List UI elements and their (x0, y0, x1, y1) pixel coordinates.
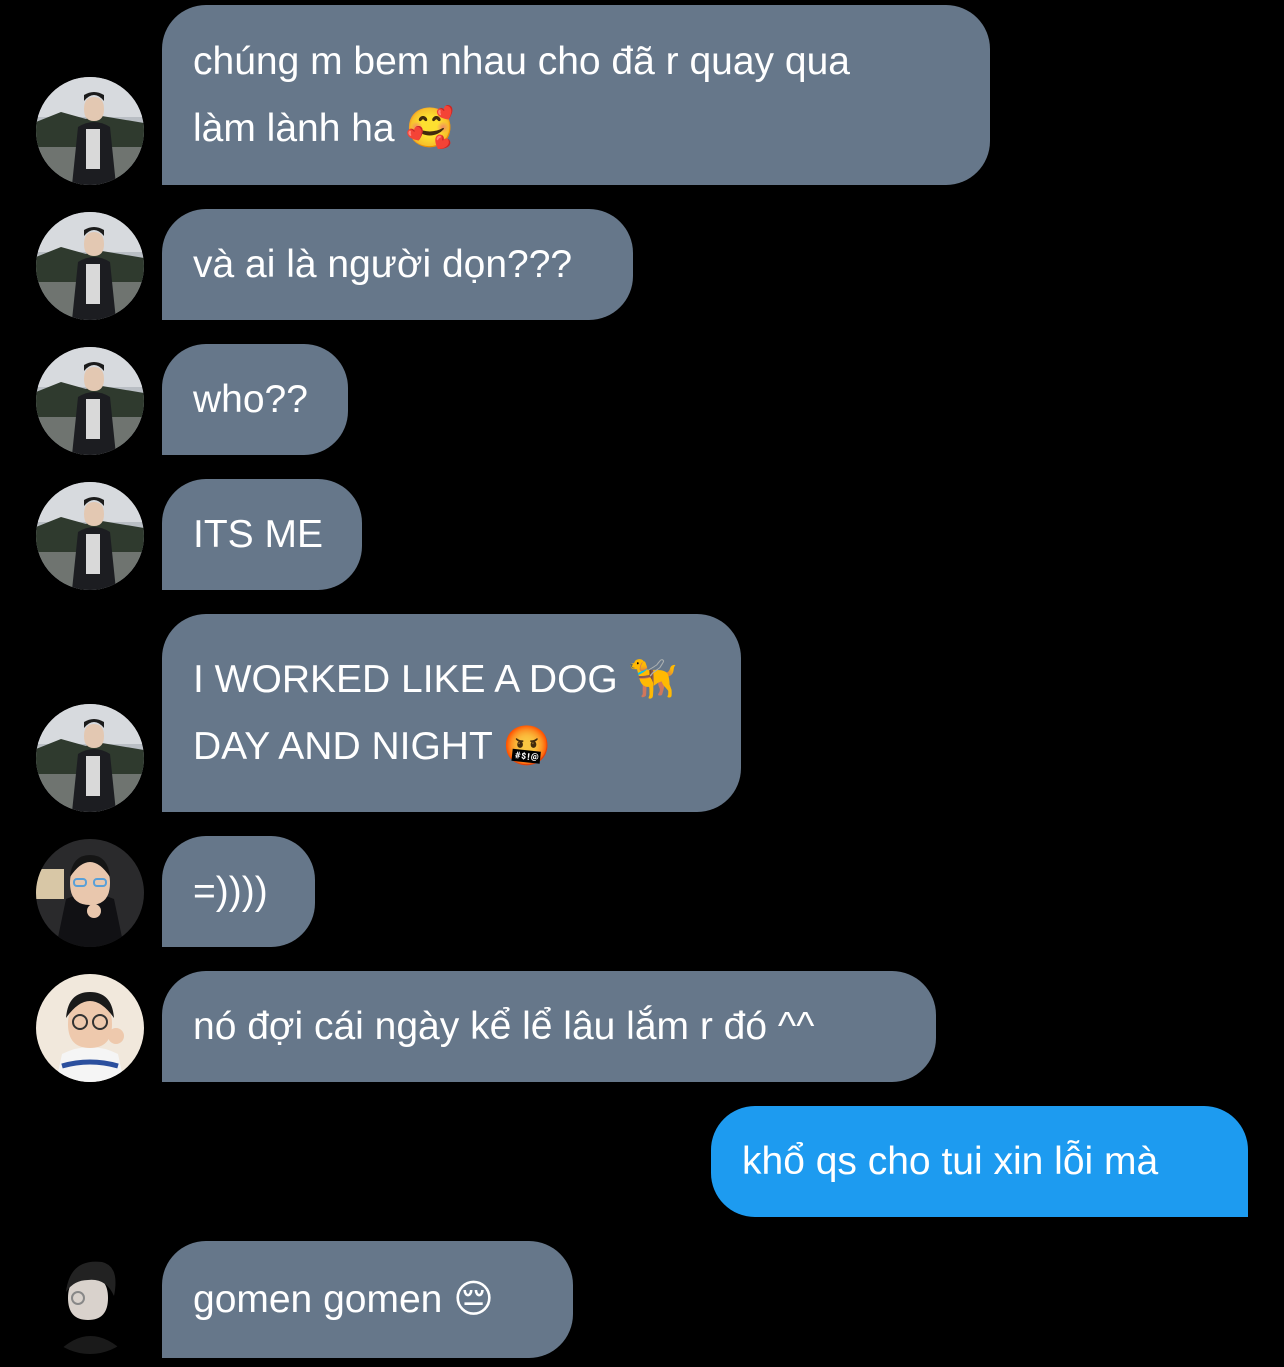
message-text: who?? (193, 378, 308, 421)
avatar-user1[interactable] (36, 77, 144, 185)
avatar-photo (36, 974, 144, 1082)
avatar-photo (36, 212, 144, 320)
message-bubble-incoming[interactable]: I WORKED LIKE A DOG 🦮 DAY AND NIGHT 🤬 (162, 614, 741, 812)
message-text: ITS ME (193, 513, 324, 556)
message-bubble-incoming[interactable]: gomen gomen 😔 (162, 1241, 573, 1358)
avatar-photo (36, 704, 144, 812)
avatar-photo (36, 839, 144, 947)
message-bubble-incoming[interactable]: who?? (162, 344, 348, 455)
message-text: =)))) (193, 870, 268, 913)
avatar-user3[interactable] (36, 974, 144, 1082)
avatar-photo (36, 347, 144, 455)
avatar-photo (36, 1246, 144, 1354)
message-text: khổ qs cho tui xin lỗi mà (742, 1140, 1159, 1183)
message-text: chúng m bem nhau cho đã r quay qua làm l… (193, 40, 850, 150)
avatar-user1[interactable] (36, 212, 144, 320)
avatar-user1[interactable] (36, 347, 144, 455)
message-text: nó đợi cái ngày kể lể lâu lắm r đó ^^ (193, 1005, 815, 1048)
avatar-user2[interactable] (36, 839, 144, 947)
message-bubble-incoming[interactable]: =)))) (162, 836, 315, 947)
message-bubble-outgoing[interactable]: khổ qs cho tui xin lỗi mà (711, 1106, 1248, 1217)
message-text: I WORKED LIKE A DOG 🦮 DAY AND NIGHT 🤬 (193, 658, 678, 768)
message-text: và ai là người dọn??? (193, 243, 573, 286)
avatar-photo (36, 482, 144, 590)
message-bubble-incoming[interactable]: ITS ME (162, 479, 362, 590)
avatar-user1[interactable] (36, 482, 144, 590)
message-bubble-incoming[interactable]: và ai là người dọn??? (162, 209, 633, 320)
avatar-user4[interactable] (36, 1246, 144, 1354)
avatar-photo (36, 77, 144, 185)
avatar-user1[interactable] (36, 704, 144, 812)
message-text: gomen gomen 😔 (193, 1278, 494, 1321)
message-bubble-incoming[interactable]: chúng m bem nhau cho đã r quay qua làm l… (162, 5, 990, 185)
message-bubble-incoming[interactable]: nó đợi cái ngày kể lể lâu lắm r đó ^^ (162, 971, 936, 1082)
